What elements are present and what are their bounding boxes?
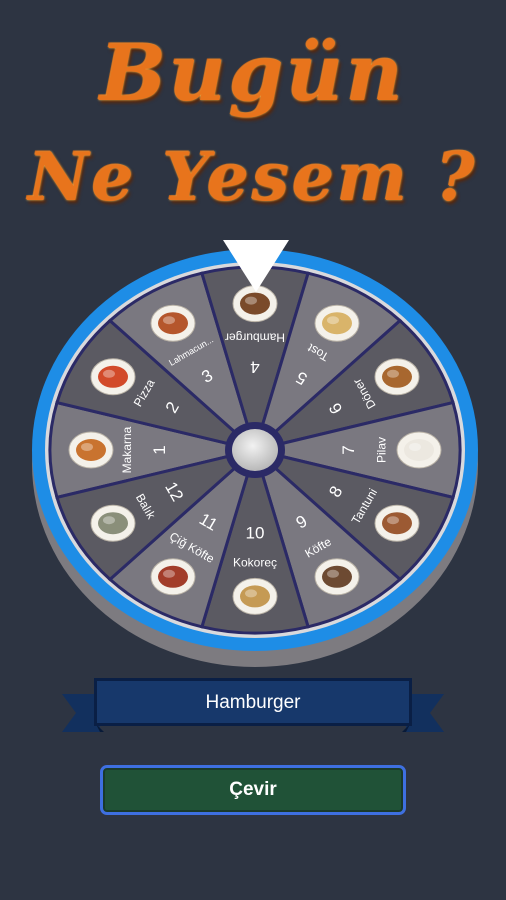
tantuni-icon [374, 504, 420, 542]
segment-label-10: Kokoreç [233, 556, 277, 570]
rice-icon [396, 431, 442, 469]
app-title-line-1: Bugün [100, 28, 406, 119]
lahmacun-icon [150, 304, 196, 342]
segment-number-4: 4 [250, 357, 259, 376]
doner-icon [374, 358, 420, 396]
kofte-icon [314, 558, 360, 596]
app-title-line-2: Ne Yesem ? [28, 138, 478, 216]
hamburger-icon [232, 285, 278, 323]
fish-icon [90, 504, 136, 542]
segment-label-1: Makarna [120, 426, 134, 473]
segment-label-4: Hamburger [225, 330, 285, 344]
segment-number-10: 10 [246, 524, 265, 543]
segment-label-7: Pilav [374, 437, 388, 463]
segment-number-1: 1 [150, 445, 169, 454]
wheel-hub [232, 429, 278, 471]
cig-kofte-icon [150, 558, 196, 596]
result-label: Hamburger [205, 692, 301, 713]
toast-icon [314, 304, 360, 342]
pizza-icon [90, 358, 136, 396]
pasta-icon [68, 431, 114, 469]
spin-button[interactable]: Çevir [100, 765, 406, 815]
segment-number-7: 7 [339, 445, 358, 454]
kokorec-icon [232, 577, 278, 615]
